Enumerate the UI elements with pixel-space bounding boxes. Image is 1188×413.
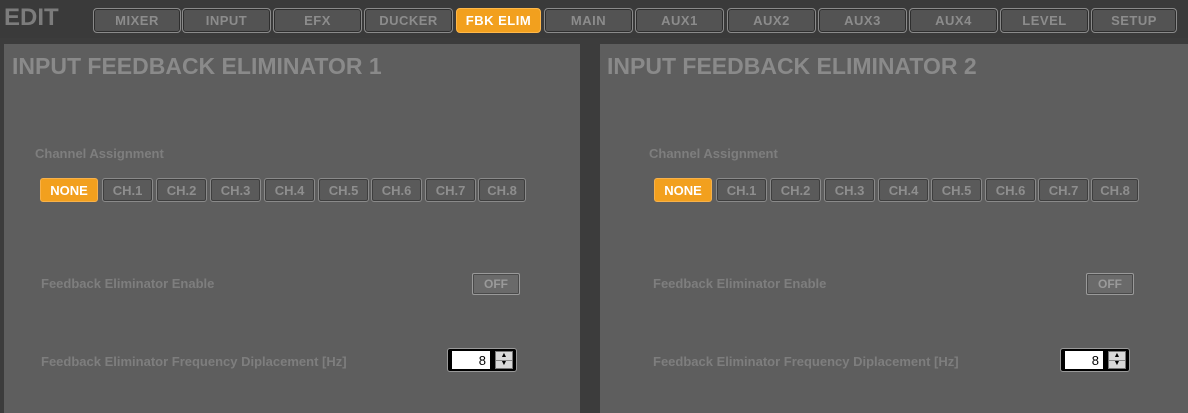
channel-button-ch5[interactable]: CH.5 — [931, 178, 982, 202]
channel-button-ch5[interactable]: CH.5 — [318, 178, 369, 202]
channel-button-ch1[interactable]: CH.1 — [102, 178, 153, 202]
channel-button-none[interactable]: NONE — [40, 178, 98, 202]
feedback-eliminator-panel-2: INPUT FEEDBACK ELIMINATOR 2 Channel Assi… — [600, 44, 1188, 413]
tab-mixer[interactable]: MIXER — [93, 8, 181, 33]
channel-button-ch2[interactable]: CH.2 — [156, 178, 207, 202]
tab-level[interactable]: LEVEL — [1000, 8, 1089, 33]
enable-toggle[interactable]: OFF — [472, 273, 520, 295]
decrement-arrow-icon[interactable]: ▼ — [496, 360, 512, 368]
channel-button-ch8[interactable]: CH.8 — [1091, 178, 1139, 202]
edit-title: EDIT — [4, 4, 59, 31]
frequency-displacement-input[interactable] — [1065, 351, 1103, 369]
frequency-displacement-spinner: ▲ ▼ — [1060, 348, 1130, 372]
tab-ducker[interactable]: DUCKER — [364, 8, 453, 33]
channel-button-ch7[interactable]: CH.7 — [1038, 178, 1089, 202]
app-window: EDIT MIXER INPUT EFX DUCKER FBK ELIM MAI… — [0, 0, 1188, 413]
decrement-arrow-icon[interactable]: ▼ — [1109, 360, 1125, 368]
tab-main[interactable]: MAIN — [544, 8, 633, 33]
feedback-eliminator-enable-label: Feedback Eliminator Enable — [653, 276, 827, 291]
channel-button-ch8[interactable]: CH.8 — [478, 178, 526, 202]
channel-button-ch4[interactable]: CH.4 — [878, 178, 929, 202]
frequency-displacement-label: Feedback Eliminator Frequency Diplacemen… — [653, 354, 959, 369]
channel-button-ch1[interactable]: CH.1 — [716, 178, 767, 202]
channel-assignment-label: Channel Assignment — [649, 146, 778, 161]
channel-button-ch7[interactable]: CH.7 — [425, 178, 476, 202]
frequency-displacement-input[interactable] — [452, 351, 490, 369]
panel-title: INPUT FEEDBACK ELIMINATOR 2 — [607, 53, 977, 79]
tab-efx[interactable]: EFX — [273, 8, 362, 33]
channel-button-ch3[interactable]: CH.3 — [824, 178, 875, 202]
channel-button-ch3[interactable]: CH.3 — [210, 178, 261, 202]
tab-aux4[interactable]: AUX4 — [909, 8, 998, 33]
channel-assignment-label: Channel Assignment — [35, 146, 164, 161]
enable-toggle[interactable]: OFF — [1086, 273, 1134, 295]
tab-fbk-elim[interactable]: FBK ELIM — [456, 8, 541, 33]
feedback-eliminator-enable-label: Feedback Eliminator Enable — [41, 276, 215, 291]
tab-aux2[interactable]: AUX2 — [727, 8, 816, 33]
tab-aux1[interactable]: AUX1 — [635, 8, 724, 33]
panel-title: INPUT FEEDBACK ELIMINATOR 1 — [12, 53, 382, 79]
frequency-displacement-label: Feedback Eliminator Frequency Diplacemen… — [41, 354, 347, 369]
tab-input[interactable]: INPUT — [182, 8, 271, 33]
top-bar: EDIT MIXER INPUT EFX DUCKER FBK ELIM MAI… — [0, 0, 1188, 38]
tab-aux3[interactable]: AUX3 — [818, 8, 907, 33]
spinner-arrows: ▲ ▼ — [1108, 351, 1126, 369]
tab-setup[interactable]: SETUP — [1091, 8, 1177, 33]
spinner-arrows: ▲ ▼ — [495, 351, 513, 369]
channel-button-ch2[interactable]: CH.2 — [770, 178, 821, 202]
feedback-eliminator-panel-1: INPUT FEEDBACK ELIMINATOR 1 Channel Assi… — [4, 44, 580, 413]
frequency-displacement-spinner: ▲ ▼ — [447, 348, 517, 372]
channel-button-ch4[interactable]: CH.4 — [264, 178, 315, 202]
channel-button-ch6[interactable]: CH.6 — [371, 178, 422, 202]
channel-button-none[interactable]: NONE — [654, 178, 712, 202]
channel-button-ch6[interactable]: CH.6 — [985, 178, 1036, 202]
